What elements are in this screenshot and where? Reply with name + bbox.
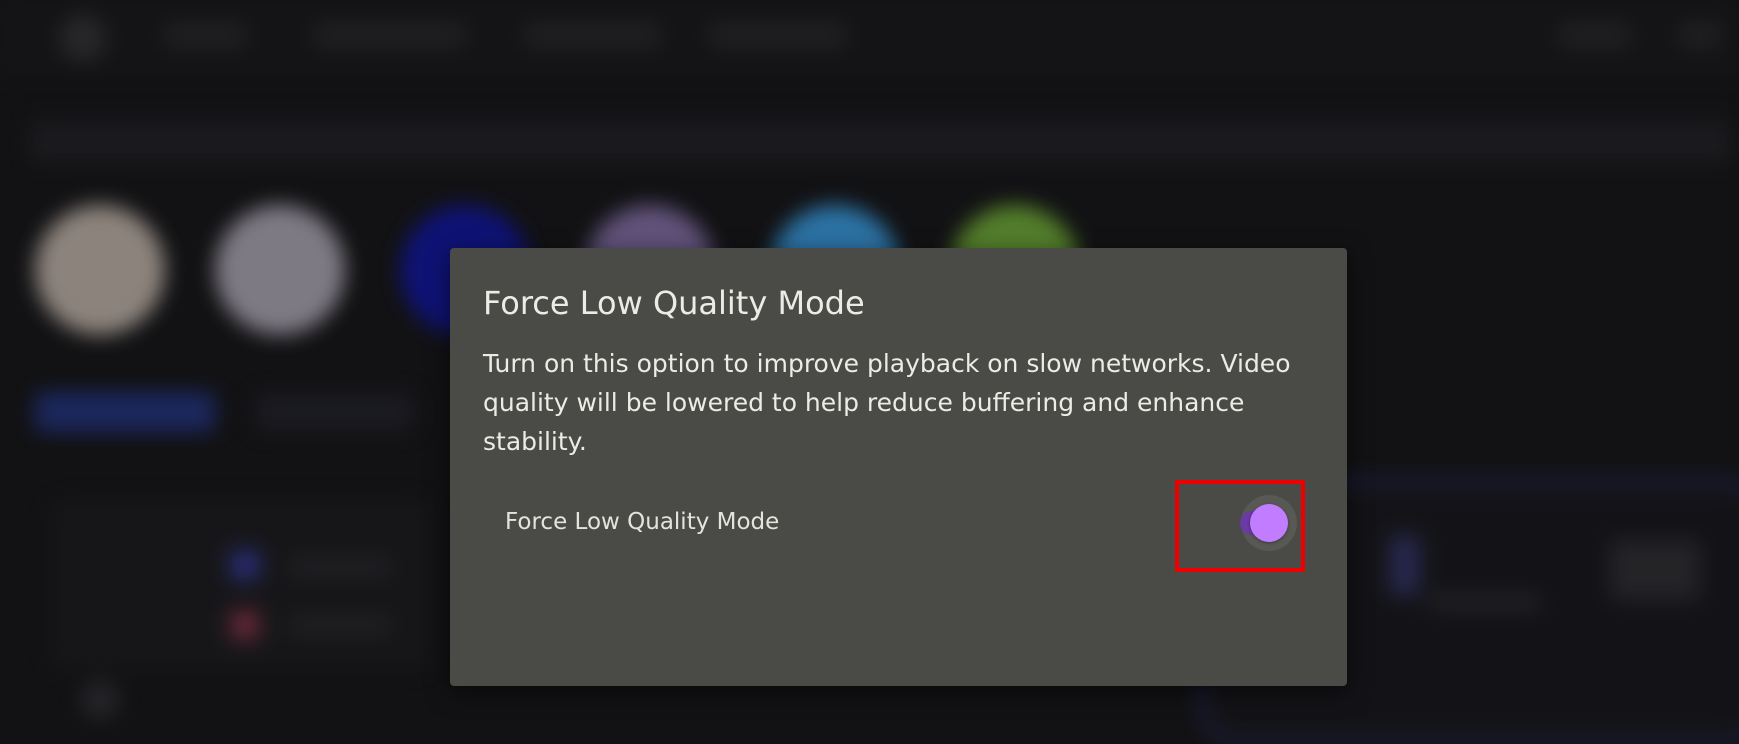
background-avatar: [215, 205, 345, 335]
background-block: [1610, 540, 1700, 600]
background-nav-item: [315, 24, 465, 46]
force-low-quality-dialog: Force Low Quality Mode Turn on this opti…: [450, 248, 1347, 686]
background-block: [290, 618, 390, 632]
background-block: [1430, 595, 1540, 609]
background-nav-item: [1680, 24, 1720, 46]
force-low-quality-toggle[interactable]: [1230, 493, 1320, 553]
background-top-nav: [0, 0, 1739, 75]
background-block: [1390, 535, 1420, 595]
background-banner: [30, 120, 1730, 162]
background-block: [80, 680, 120, 720]
dialog-title: Force Low Quality Mode: [483, 284, 865, 322]
background-card: [50, 500, 430, 670]
toggle-switch-icon: [1250, 504, 1288, 542]
dialog-description: Turn on this option to improve playback …: [483, 349, 1291, 456]
force-low-quality-setting-row: Force Low Quality Mode: [505, 493, 1325, 553]
background-nav-item: [165, 24, 245, 46]
background-block: [230, 550, 260, 580]
background-nav-item: [710, 24, 845, 46]
background-nav-item: [1560, 24, 1630, 46]
background-block: [290, 560, 390, 574]
background-block: [230, 610, 260, 640]
background-tab: [35, 392, 215, 432]
background-logo: [60, 15, 106, 61]
background-nav-item: [525, 24, 660, 46]
setting-label: Force Low Quality Mode: [505, 509, 780, 535]
background-tab: [255, 392, 415, 432]
background-avatar: [35, 205, 165, 335]
